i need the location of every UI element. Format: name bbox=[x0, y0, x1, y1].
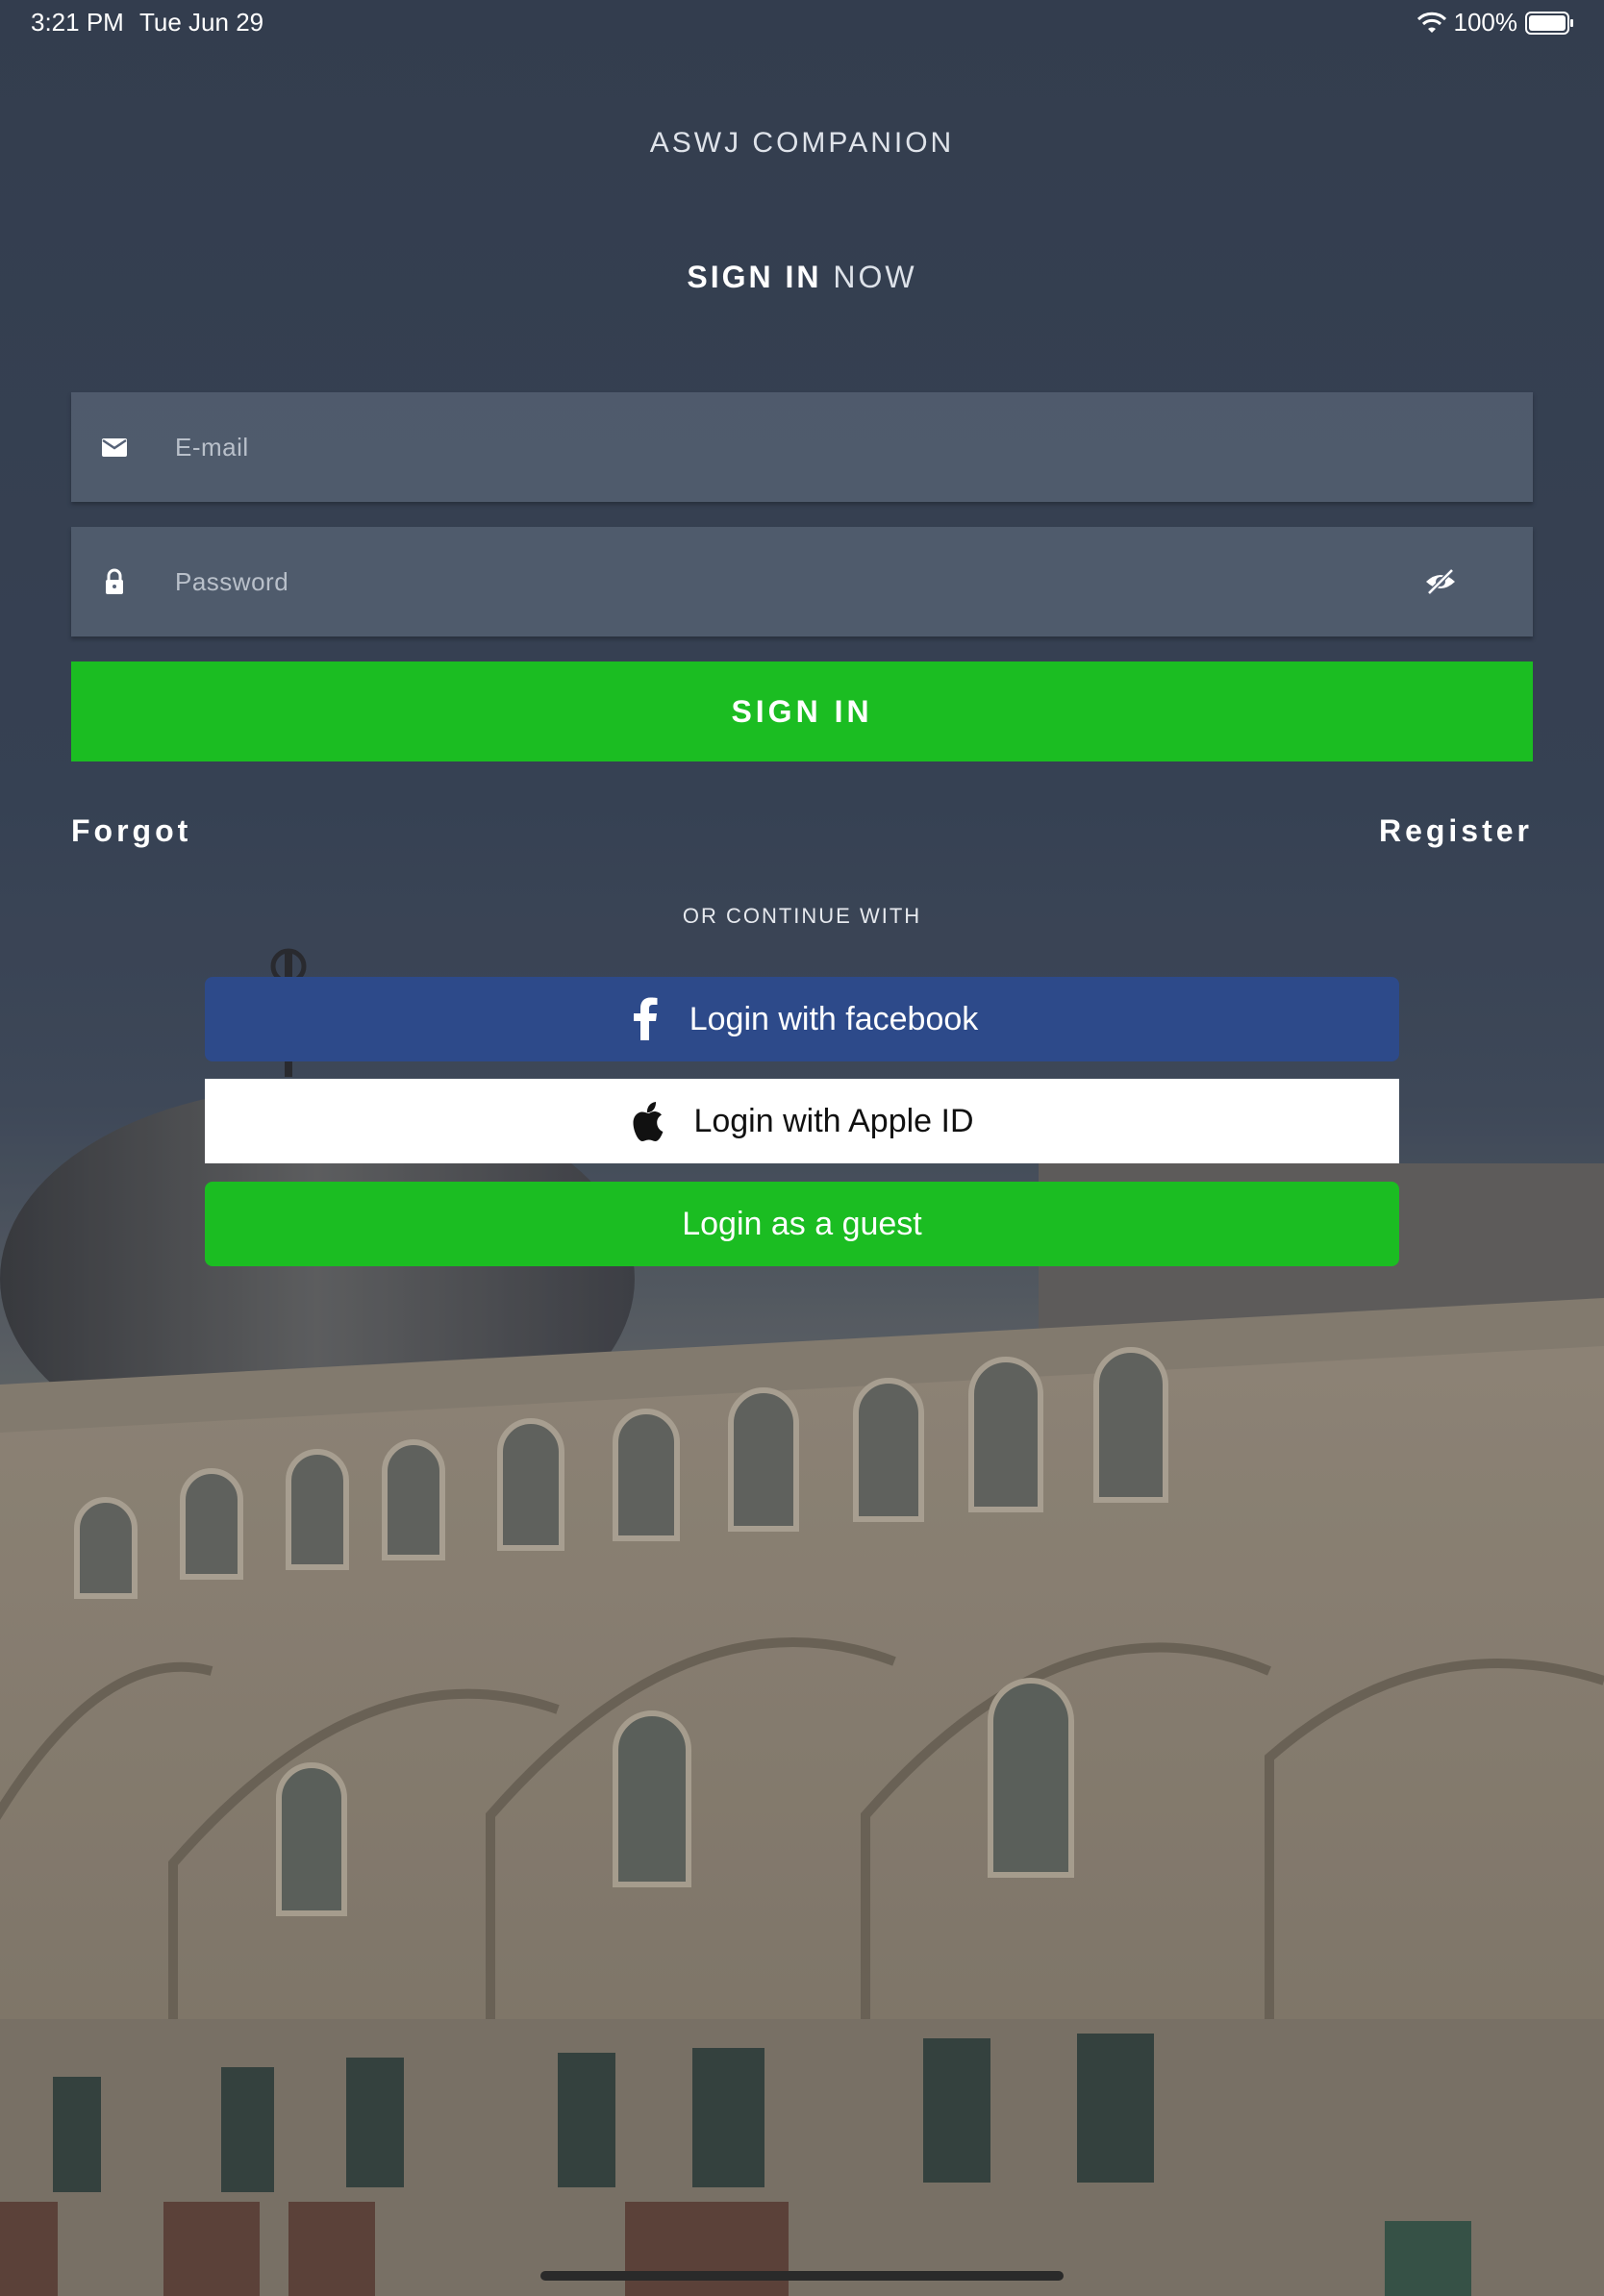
forgot-link[interactable]: Forgot bbox=[71, 813, 191, 849]
page-title: SIGN IN NOW bbox=[0, 260, 1604, 295]
lock-icon bbox=[106, 568, 123, 594]
status-indicators: 100% bbox=[1416, 8, 1576, 37]
password-input[interactable] bbox=[173, 552, 1423, 611]
battery-icon bbox=[1525, 11, 1573, 35]
guest-label: Login as a guest bbox=[682, 1205, 922, 1242]
status-bar: 3:21 PM Tue Jun 29 100% bbox=[0, 0, 1604, 46]
battery-percent: 100% bbox=[1453, 8, 1518, 37]
status-time: 3:21 PM bbox=[31, 8, 124, 37]
apple-icon bbox=[633, 1102, 664, 1141]
facebook-label: Login with facebook bbox=[689, 1000, 979, 1037]
email-field[interactable] bbox=[71, 392, 1533, 502]
or-continue-label: OR CONTINUE WITH bbox=[682, 904, 922, 928]
heading-light: NOW bbox=[821, 260, 917, 294]
sign-in-button[interactable]: SIGN IN bbox=[71, 661, 1533, 761]
eye-slash-icon[interactable] bbox=[1423, 564, 1458, 599]
wifi-icon bbox=[1416, 12, 1446, 33]
envelope-icon bbox=[102, 438, 127, 457]
app-title: ASWJ COMPANION bbox=[649, 127, 955, 159]
status-date: Tue Jun 29 bbox=[139, 8, 264, 37]
password-field[interactable] bbox=[71, 527, 1533, 636]
email-input[interactable] bbox=[173, 417, 1533, 477]
login-apple-button[interactable]: Login with Apple ID bbox=[205, 1079, 1399, 1163]
apple-label: Login with Apple ID bbox=[693, 1102, 974, 1139]
login-facebook-button[interactable]: Login with facebook bbox=[205, 977, 1399, 1061]
login-guest-button[interactable]: Login as a guest bbox=[205, 1182, 1399, 1266]
register-link[interactable]: Register bbox=[1379, 813, 1533, 849]
home-indicator[interactable] bbox=[540, 2271, 1064, 2281]
heading-strong: SIGN IN bbox=[687, 260, 822, 294]
facebook-icon bbox=[633, 997, 658, 1040]
